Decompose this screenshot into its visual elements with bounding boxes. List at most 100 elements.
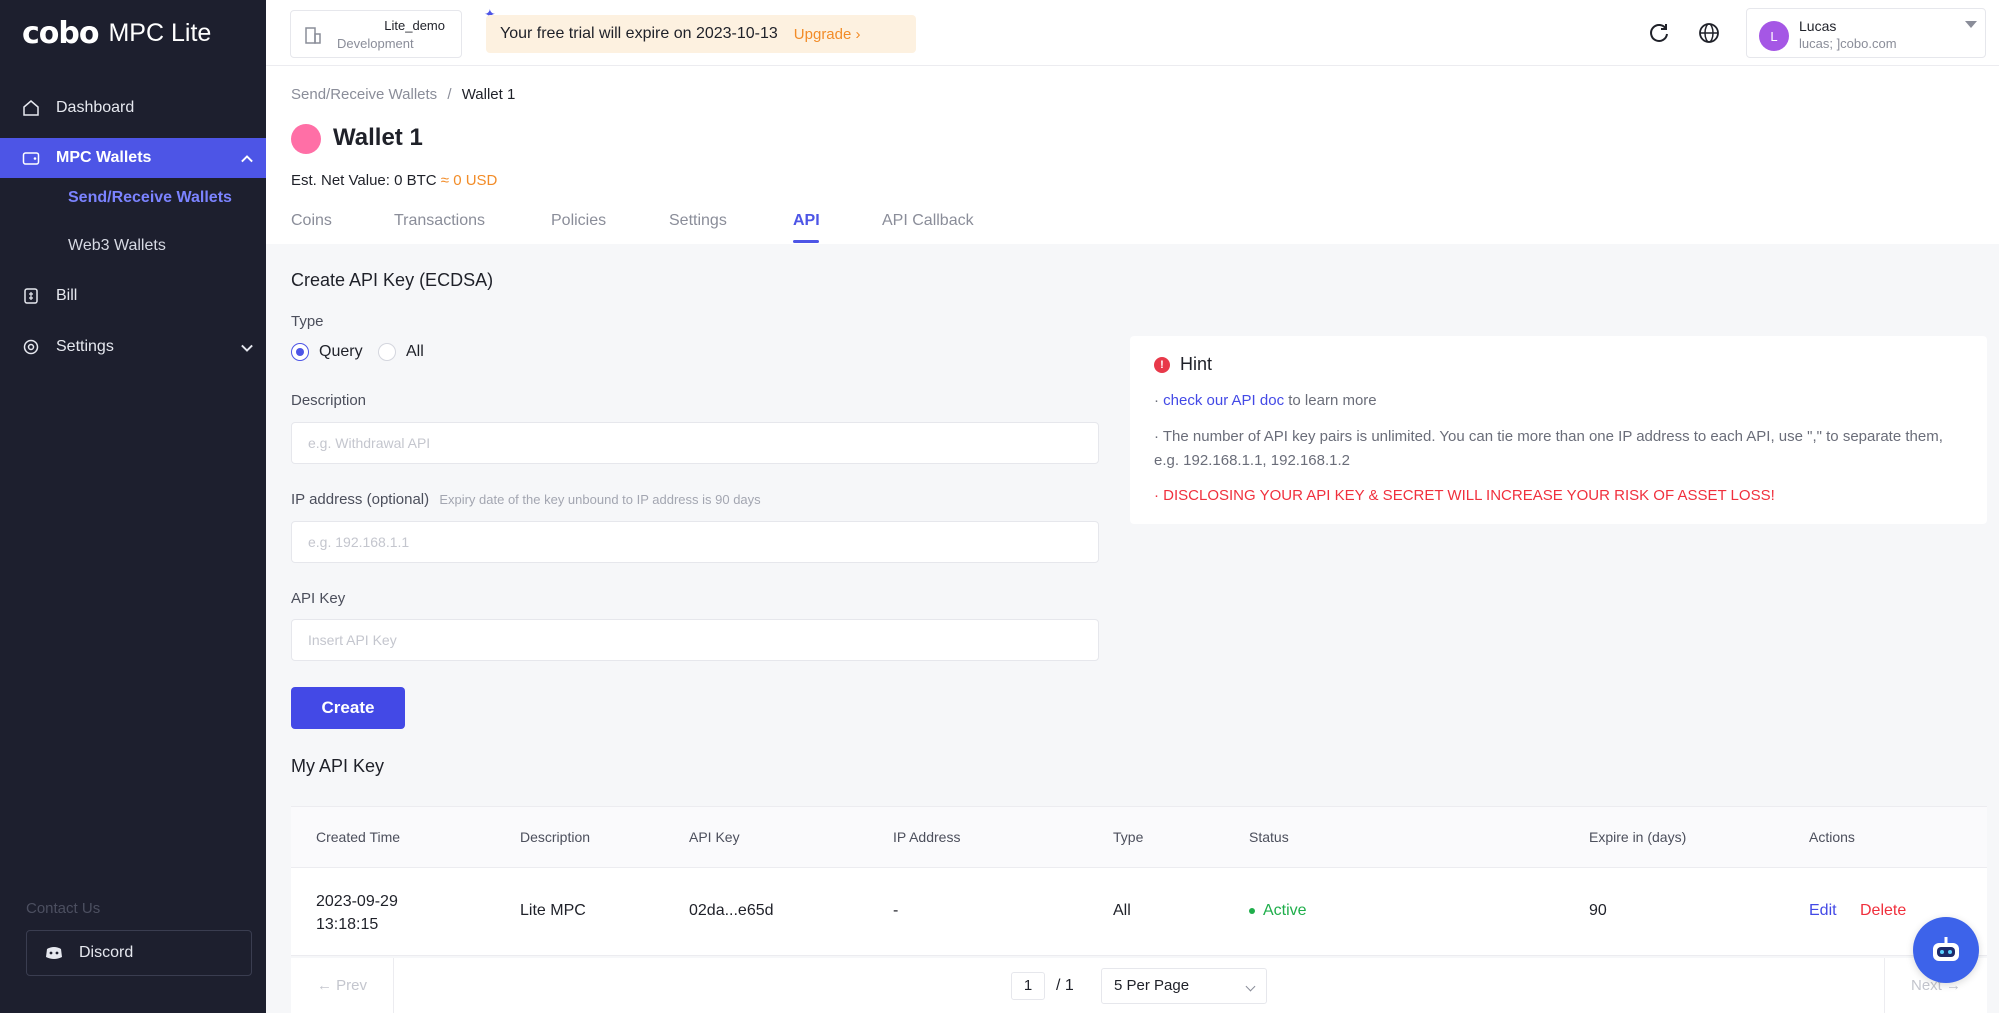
discord-button[interactable]: Discord bbox=[26, 930, 252, 976]
net-value-usd: ≈ 0 USD bbox=[440, 172, 498, 189]
upgrade-link[interactable]: Upgrade › bbox=[794, 26, 861, 43]
sidebar-item-label: Bill bbox=[56, 287, 78, 304]
org-switcher[interactable]: Lite_demo Development bbox=[290, 10, 462, 58]
description-label: Description bbox=[291, 392, 367, 409]
cell-created-date: 2023-09-29 bbox=[316, 893, 398, 910]
breadcrumb-separator: / bbox=[447, 86, 452, 103]
tab-transactions[interactable]: Transactions bbox=[394, 212, 485, 230]
hint-title-text: Hint bbox=[1180, 354, 1213, 374]
ip-input[interactable] bbox=[291, 521, 1099, 563]
user-menu[interactable]: L Lucas lucas; ]cobo.com bbox=[1746, 8, 1986, 58]
topbar: Lite_demo Development ✦ Your free trial … bbox=[266, 0, 1999, 66]
hint-line-doc-rest: to learn more bbox=[1288, 392, 1377, 409]
tab-active-indicator bbox=[793, 240, 819, 243]
status-dot bbox=[1249, 907, 1255, 914]
prev-page-button[interactable]: ← Prev bbox=[291, 958, 394, 1013]
cell-description: Lite MPC bbox=[520, 902, 586, 919]
gear-icon bbox=[23, 339, 39, 355]
create-button[interactable]: Create bbox=[291, 687, 405, 729]
th-type: Type bbox=[1113, 829, 1144, 845]
breadcrumb-parent[interactable]: Send/Receive Wallets bbox=[291, 86, 437, 103]
org-env: Development bbox=[337, 36, 414, 51]
globe-icon[interactable] bbox=[1696, 20, 1722, 46]
refresh-icon[interactable] bbox=[1646, 20, 1672, 46]
radio-query[interactable]: Query bbox=[291, 343, 363, 361]
radio-query-label: Query bbox=[319, 343, 363, 360]
cell-created-time: 2023-09-29 13:18:15 bbox=[316, 890, 398, 936]
tab-api-callback[interactable]: API Callback bbox=[882, 212, 974, 230]
my-api-key-title: My API Key bbox=[291, 756, 385, 776]
edit-button[interactable]: Edit bbox=[1809, 902, 1837, 920]
tab-settings[interactable]: Settings bbox=[669, 212, 727, 230]
trial-text: Your free trial will expire on 2023-10-1… bbox=[500, 25, 778, 42]
th-actions: Actions bbox=[1809, 829, 1855, 845]
logo[interactable]: cobo MPC Lite bbox=[22, 14, 211, 52]
wallet-avatar-icon bbox=[291, 124, 321, 154]
wallet-header: Send/Receive Wallets / Wallet 1 Wallet 1… bbox=[266, 66, 1999, 244]
cell-created-clock: 13:18:15 bbox=[316, 916, 379, 933]
sidebar-item-bill[interactable]: Bill bbox=[0, 276, 266, 316]
api-key-table: Created Time Description API Key IP Addr… bbox=[291, 806, 1987, 956]
ip-label: IP address (optional) Expiry date of the… bbox=[291, 491, 761, 508]
contact-us-label: Contact Us bbox=[26, 900, 101, 917]
page-title: Wallet 1 bbox=[333, 124, 423, 151]
sidebar-subitem-send-receive-wallets[interactable]: Send/Receive Wallets bbox=[68, 189, 232, 207]
cell-expire: 90 bbox=[1589, 902, 1607, 919]
status-badge: Active bbox=[1249, 902, 1307, 920]
cell-api-key: 02da...e65d bbox=[689, 902, 774, 919]
sidebar-item-mpc-wallets[interactable]: MPC Wallets bbox=[0, 138, 266, 178]
net-value-btc: Est. Net Value: 0 BTC bbox=[291, 172, 437, 189]
tab-api[interactable]: API bbox=[793, 212, 820, 230]
radio-all[interactable]: All bbox=[378, 343, 424, 361]
description-input[interactable] bbox=[291, 422, 1099, 464]
pagination: ← Prev 1 / 1 5 Per Page Next → bbox=[291, 958, 1987, 1013]
sidebar: cobo MPC Lite Dashboard MPC Wallets Send… bbox=[0, 0, 266, 1013]
cell-ip: - bbox=[893, 902, 899, 919]
user-email: lucas; ]cobo.com bbox=[1799, 36, 1897, 51]
type-label: Type bbox=[291, 313, 324, 330]
trial-banner: Your free trial will expire on 2023-10-1… bbox=[486, 15, 916, 53]
api-key-input[interactable] bbox=[291, 619, 1099, 661]
api-key-label: API Key bbox=[291, 590, 346, 607]
sidebar-subitem-web3-wallets[interactable]: Web3 Wallets bbox=[68, 237, 166, 255]
sidebar-item-label: Settings bbox=[56, 338, 114, 355]
tab-coins[interactable]: Coins bbox=[291, 212, 332, 230]
th-api-key: API Key bbox=[689, 829, 740, 845]
sidebar-item-dashboard[interactable]: Dashboard bbox=[0, 88, 266, 128]
home-icon bbox=[23, 100, 39, 116]
bill-icon bbox=[24, 288, 38, 304]
support-bot-button[interactable] bbox=[1913, 917, 1979, 983]
chevron-down-icon bbox=[241, 344, 253, 352]
alert-icon: ! bbox=[1154, 356, 1170, 373]
org-name: Lite_demo bbox=[384, 18, 445, 33]
api-doc-link[interactable]: check our API doc bbox=[1163, 392, 1284, 409]
ip-label-text: IP address (optional) bbox=[291, 491, 430, 508]
net-value: Est. Net Value: 0 BTC ≈ 0 USD bbox=[291, 172, 497, 189]
th-description: Description bbox=[520, 829, 591, 845]
hint-line-limit: · The number of API key pairs is unlimit… bbox=[1154, 428, 1943, 469]
hint-line-doc: · check our API doc to learn more bbox=[1154, 392, 1377, 409]
radio-all-label: All bbox=[406, 343, 424, 360]
sidebar-item-settings[interactable]: Settings bbox=[0, 327, 266, 367]
discord-label: Discord bbox=[79, 944, 134, 961]
tab-policies[interactable]: Policies bbox=[551, 212, 606, 230]
radio-all-dot[interactable] bbox=[378, 343, 396, 361]
hint-title: ! Hint bbox=[1154, 354, 1212, 375]
breadcrumb: Send/Receive Wallets / Wallet 1 bbox=[291, 86, 515, 103]
delete-button[interactable]: Delete bbox=[1860, 902, 1906, 920]
radio-query-dot[interactable] bbox=[291, 343, 309, 361]
discord-icon bbox=[46, 947, 62, 959]
table-header: Created Time Description API Key IP Addr… bbox=[291, 806, 1987, 868]
page-number-input[interactable]: 1 bbox=[1011, 972, 1045, 1000]
th-expire: Expire in (days) bbox=[1589, 829, 1687, 845]
avatar: L bbox=[1759, 21, 1789, 51]
hint-panel: ! Hint · check our API doc to learn more… bbox=[1130, 336, 1987, 524]
th-status: Status bbox=[1249, 829, 1289, 845]
ip-hint: Expiry date of the key unbound to IP add… bbox=[439, 492, 761, 507]
chevron-up-icon bbox=[241, 155, 253, 163]
user-name: Lucas bbox=[1799, 18, 1837, 34]
per-page-select[interactable]: 5 Per Page bbox=[1101, 968, 1267, 1004]
breadcrumb-current: Wallet 1 bbox=[461, 86, 516, 103]
robot-icon bbox=[1933, 937, 1959, 961]
logo-text: MPC Lite bbox=[108, 18, 212, 47]
